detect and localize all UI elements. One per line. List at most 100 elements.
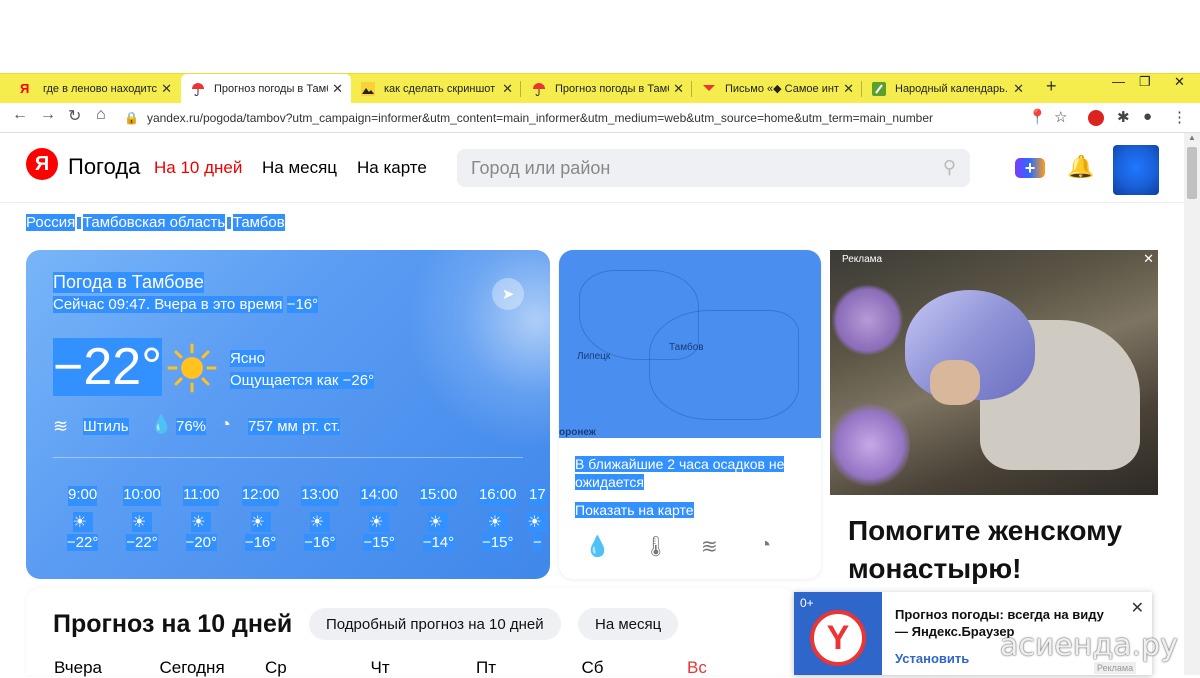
tab-5[interactable]: Письмо «◆ Самое инте ✕ (692, 74, 862, 103)
hour-item: 14:00 ☀ −15° (360, 486, 398, 551)
forward-icon[interactable]: → (40, 106, 56, 124)
precipitation-map[interactable]: Липецк Тамбов оронеж (559, 250, 821, 438)
precipitation-map-card[interactable]: Липецк Тамбов оронеж В ближайшие 2 часа … (559, 250, 821, 579)
nav-month[interactable]: На месяц (262, 158, 337, 178)
day-label[interactable]: Сегодня (160, 658, 266, 678)
day-label[interactable]: Чт (371, 658, 477, 678)
precip-text: В ближайшие 2 часа осадков не ожидается (575, 456, 785, 490)
day-label[interactable]: Ср (265, 658, 371, 678)
map-layer-icons: 💧 🌡 ≋ ◔ (585, 534, 817, 559)
day-label[interactable]: Пт (476, 658, 582, 678)
map-city-label: Липецк (577, 351, 611, 362)
back-icon[interactable]: ← (12, 106, 28, 124)
humidity-icon: 💧 (150, 414, 173, 434)
ad-image[interactable] (830, 250, 1158, 495)
map-city-label: Тамбов (669, 342, 704, 353)
maximize-icon[interactable]: ❐ (1139, 74, 1151, 90)
yesterday-temp: −16° (286, 296, 319, 313)
day-label[interactable]: Вчера (54, 658, 160, 678)
hour-item: 17 ☀ − (527, 486, 548, 551)
pressure-icon[interactable]: ◔ (759, 534, 817, 559)
top-blank-area (0, 0, 1200, 73)
close-window-icon[interactable]: ✕ (1174, 74, 1185, 90)
plus-icon[interactable]: + (1015, 158, 1045, 178)
breadcrumb-russia[interactable]: Россия (26, 214, 76, 231)
scrollbar[interactable]: ▲ (1184, 133, 1200, 675)
sun-icon: ☀ (250, 512, 271, 532)
minimize-icon[interactable]: — (1112, 74, 1125, 89)
url-text: yandex.ru/pogoda/tambov?utm_campaign=inf… (146, 111, 934, 125)
home-icon[interactable]: ⌂ (96, 106, 106, 124)
service-name[interactable]: Погода (68, 154, 140, 180)
precip-info: В ближайшие 2 часа осадков не ожидается … (575, 455, 805, 519)
search-icon[interactable]: ⚲ (943, 157, 956, 178)
tab-label: Прогноз погоды в Тамб (555, 82, 670, 95)
breadcrumb-region[interactable]: Тамбовская область (82, 214, 226, 231)
ad-title[interactable]: Помогите женскому монастырю! (848, 512, 1148, 588)
location-pin-icon[interactable]: 📍 (1028, 108, 1047, 126)
install-button[interactable]: Установить (895, 651, 969, 666)
bell-icon[interactable]: 🔔 (1067, 154, 1094, 180)
hour-item: 15:00 ☀ −14° (419, 486, 458, 551)
close-icon[interactable]: ✕ (1143, 251, 1154, 267)
tab-6[interactable]: Народный календарь. Д ✕ (862, 74, 1032, 103)
current-time-line: Сейчас 09:47. Вчера в это время −16° (53, 296, 319, 313)
leaf-icon (872, 81, 886, 96)
location-arrow-icon[interactable]: ➤ (492, 278, 524, 310)
month-forecast-button[interactable]: На месяц (578, 608, 679, 640)
hour-item: 9:00 ☀ −22° (66, 486, 99, 551)
hour-item: 12:00 ☀ −16° (241, 486, 280, 551)
precipitation-icon[interactable]: 💧 (585, 534, 643, 559)
menu-icon[interactable]: ⋮ (1172, 108, 1187, 126)
close-icon[interactable]: ✕ (1131, 598, 1144, 618)
yandex-logo[interactable]: Я (26, 148, 58, 180)
detailed-forecast-button[interactable]: Подробный прогноз на 10 дней (309, 608, 561, 640)
tab-4[interactable]: Прогноз погоды в Тамб ✕ (522, 74, 692, 103)
star-icon[interactable]: ☆ (1054, 108, 1067, 126)
hour-item: 13:00 ☀ −16° (301, 486, 339, 551)
close-icon[interactable]: ✕ (1013, 81, 1024, 97)
extensions-icon[interactable]: ✱ (1117, 108, 1130, 126)
thermometer-icon[interactable]: 🌡 (643, 534, 701, 559)
sun-icon: ☀ (487, 512, 508, 532)
yandex-icon: Я (20, 80, 30, 96)
search-input[interactable]: Город или район ⚲ (457, 149, 970, 187)
tab-1[interactable]: Я где в леново находится ✕ (10, 74, 180, 103)
tab-label: Письмо «◆ Самое инте (725, 83, 840, 95)
breadcrumb-city[interactable]: Тамбов (232, 214, 285, 231)
nav-map[interactable]: На карте (357, 158, 427, 178)
umbrella-icon (191, 82, 205, 96)
close-icon[interactable]: ✕ (502, 81, 513, 97)
close-icon[interactable]: ✕ (161, 81, 172, 97)
age-rating: 0+ (800, 596, 814, 610)
close-icon[interactable]: ✕ (673, 81, 684, 97)
tab-3[interactable]: как сделать скриншот н ✕ (351, 74, 521, 103)
new-tab-button[interactable]: + (1046, 76, 1057, 97)
hourly-forecast: 9:00 ☀ −22° 10:00 ☀ −22° 11:00 ☀ −20° 12:00 ☀ −1… (53, 486, 548, 551)
tab-label: Народный календарь. Д (895, 82, 1010, 95)
ad-label: Реклама (1094, 662, 1137, 674)
reload-icon[interactable]: ↻ (68, 106, 81, 126)
day-label[interactable]: Вс (687, 658, 793, 678)
profile-icon[interactable]: ● (1143, 108, 1152, 125)
url-field[interactable]: 🔒 yandex.ru/pogoda/tambov?utm_campaign=i… (124, 107, 1074, 129)
day-label[interactable]: Сб (582, 658, 688, 678)
sun-icon (167, 343, 217, 393)
tab-label: как сделать скриншот н (384, 82, 499, 95)
tab-2-active[interactable]: Прогноз погоды в Тамб ✕ (181, 74, 351, 103)
nav-10-days[interactable]: На 10 дней (154, 158, 242, 178)
mountain-icon (361, 81, 375, 96)
wind-icon[interactable]: ≋ (701, 534, 759, 559)
hour-item: 11:00 ☀ −20° (183, 486, 220, 551)
breadcrumb: Россия › Тамбовская область › Тамбов (26, 214, 285, 231)
sun-icon: ☀ (309, 512, 330, 532)
close-icon[interactable]: ✕ (332, 81, 343, 97)
close-icon[interactable]: ✕ (843, 81, 854, 97)
adblock-icon[interactable] (1088, 110, 1104, 126)
sun-icon: ☀ (131, 512, 152, 532)
ad-label: Реклама (842, 254, 883, 265)
forecast-title: Прогноз на 10 дней (53, 610, 293, 638)
show-on-map-link[interactable]: Показать на карте (575, 502, 694, 518)
avatar[interactable] (1113, 145, 1159, 195)
forecast-days: Вчера Сегодня Ср Чт Пт Сб Вс (54, 658, 793, 678)
